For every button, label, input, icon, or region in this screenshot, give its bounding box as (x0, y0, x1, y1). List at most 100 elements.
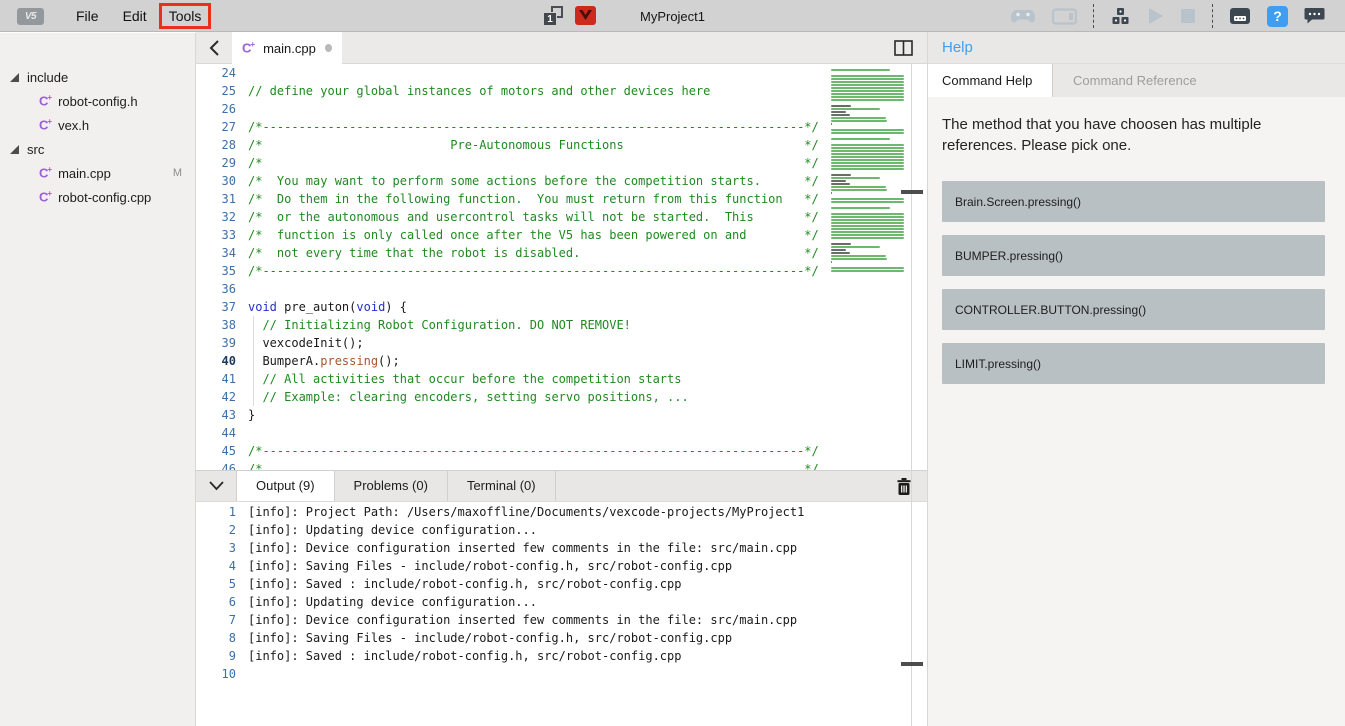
code-text: } (248, 406, 255, 424)
scrollbar-track (911, 64, 912, 726)
back-icon[interactable] (208, 39, 220, 62)
help-panel-title: Help (942, 39, 973, 56)
stop-icon (1180, 8, 1196, 24)
tab-main-cpp[interactable]: C+ main.cpp (232, 32, 342, 64)
output-line: 6[info]: Updating device configuration..… (196, 593, 910, 611)
code-text: /* */ (248, 460, 819, 470)
feedback-icon[interactable] (1304, 7, 1325, 25)
output-line-number: 4 (196, 557, 248, 575)
output-text: [info]: Device configuration inserted fe… (248, 611, 797, 629)
code-line: 39 vexcodeInit(); (196, 334, 927, 352)
code-text: /* Pre-Autonomous Functions */ (248, 136, 819, 154)
code-line: 33/* function is only called once after … (196, 226, 927, 244)
line-number: 46 (196, 460, 248, 470)
code-line: 46/* */ (196, 460, 927, 470)
indent-guide (253, 316, 254, 406)
code-line: 24 (196, 64, 927, 82)
run-icon (1147, 7, 1164, 25)
output-text: [info]: Project Path: /Users/maxoffline/… (248, 503, 804, 521)
line-number: 30 (196, 172, 248, 190)
help-option-controller[interactable]: CONTROLLER.BUTTON.pressing() (942, 289, 1325, 330)
code-line: 25// define your global instances of mot… (196, 82, 927, 100)
download-icon[interactable] (1110, 7, 1131, 25)
bottom-panel-tab-bar: Output (9)Problems (0)Terminal (0) (196, 470, 927, 502)
code-line: 40 BumperA.pressing(); (196, 352, 927, 370)
toolbar-separator (1093, 4, 1094, 28)
output-line: 9[info]: Saved : include/robot-config.h,… (196, 647, 910, 665)
line-number: 26 (196, 100, 248, 118)
cpp-file-icon: C+ (39, 93, 52, 108)
cpp-file-icon: C+ (39, 117, 52, 132)
code-rows: 2425// define your global instances of m… (196, 64, 927, 470)
code-editor[interactable]: 2425// define your global instances of m… (196, 64, 927, 470)
tab-command-reference[interactable]: Command Reference (1059, 64, 1211, 97)
menu-bar: V5 FileEditTools 1 MyProject1 ? (0, 0, 1345, 32)
help-option-limit[interactable]: LIMIT.pressing() (942, 343, 1325, 384)
clear-output-trash-icon[interactable] (897, 478, 911, 501)
help-option-brain[interactable]: Brain.Screen.pressing() (942, 181, 1325, 222)
code-line: 27/*------------------------------------… (196, 118, 927, 136)
cpp-file-icon: C+ (242, 40, 255, 55)
file-explorer: includeC+robot-config.hC+vex.h src C+main.… (0, 33, 196, 726)
line-number: 36 (196, 280, 248, 298)
output-line: 10 (196, 665, 910, 683)
code-text: /* not every time that the robot is disa… (248, 244, 819, 262)
output-line: 4[info]: Saving Files - include/robot-co… (196, 557, 910, 575)
help-panel: Help Command Help Command Reference The … (927, 32, 1345, 726)
code-text: // All activities that occur before the … (248, 370, 681, 388)
help-option-bumper[interactable]: BUMPER.pressing() (942, 235, 1325, 276)
output-scrollbar-thumb[interactable] (901, 662, 923, 666)
code-line: 43} (196, 406, 927, 424)
output-line: 7[info]: Device configuration inserted f… (196, 611, 910, 629)
tab-output[interactable]: Output (9) (236, 471, 335, 501)
tree-item-include[interactable]: include (0, 65, 195, 89)
tab-terminal[interactable]: Terminal (0) (448, 471, 556, 501)
code-line: 37void pre_auton(void) { (196, 298, 927, 316)
tree-item-main-cpp[interactable]: C+main.cppM (0, 161, 195, 185)
line-number: 37 (196, 298, 248, 316)
editor-scrollbar-thumb[interactable] (901, 190, 923, 194)
code-line: 36 (196, 280, 927, 298)
line-number: 43 (196, 406, 248, 424)
code-line: 30/* You may want to perform some action… (196, 172, 927, 190)
device-info-icon[interactable] (1229, 7, 1251, 25)
output-line-number: 2 (196, 521, 248, 539)
output-line-number: 6 (196, 593, 248, 611)
line-number: 42 (196, 388, 248, 406)
line-number: 40 (196, 352, 248, 370)
tree-item-robot-config-h[interactable]: C+robot-config.h (0, 89, 195, 113)
output-line: 1[info]: Project Path: /Users/maxoffline… (196, 503, 910, 521)
controller-icon (1010, 8, 1036, 25)
split-view-icon[interactable] (894, 40, 913, 61)
output-line: 2[info]: Updating device configuration..… (196, 521, 910, 539)
help-header: Help (928, 32, 1345, 64)
code-line: 42 // Example: clearing encoders, settin… (196, 388, 927, 406)
output-line: 8[info]: Saving Files - include/robot-co… (196, 629, 910, 647)
output-console[interactable]: 1[info]: Project Path: /Users/maxoffline… (196, 502, 910, 726)
tree-item-src[interactable]: src (0, 137, 195, 161)
cpp-file-icon: C+ (39, 189, 52, 204)
code-text: // Example: clearing encoders, setting s… (248, 388, 689, 406)
output-text: [info]: Updating device configuration... (248, 593, 537, 611)
output-text: [info]: Device configuration inserted fe… (248, 539, 797, 557)
minimap[interactable] (831, 66, 906, 273)
brain-screen-icon (1052, 8, 1077, 25)
tree-item-vex-h[interactable]: C+vex.h (0, 113, 195, 137)
code-line: 38 // Initializing Robot Configuration. … (196, 316, 927, 334)
output-line: 5[info]: Saved : include/robot-config.h,… (196, 575, 910, 593)
help-icon[interactable]: ? (1267, 6, 1288, 27)
modified-dot-icon (325, 44, 332, 52)
output-line-number: 8 (196, 629, 248, 647)
code-line: 29/* */ (196, 154, 927, 172)
output-line-number: 1 (196, 503, 248, 521)
collapse-panel-icon[interactable] (196, 471, 236, 501)
tree-label: robot-config.cpp (58, 190, 151, 205)
line-number: 41 (196, 370, 248, 388)
line-number: 25 (196, 82, 248, 100)
code-line: 35/*------------------------------------… (196, 262, 927, 280)
tree-label: src (27, 142, 44, 157)
tree-item-robot-config-cpp[interactable]: C+ robot-config.cpp (0, 185, 195, 209)
tab-command-help[interactable]: Command Help (928, 64, 1053, 97)
tab-problems[interactable]: Problems (0) (335, 471, 448, 501)
code-line: 44 (196, 424, 927, 442)
